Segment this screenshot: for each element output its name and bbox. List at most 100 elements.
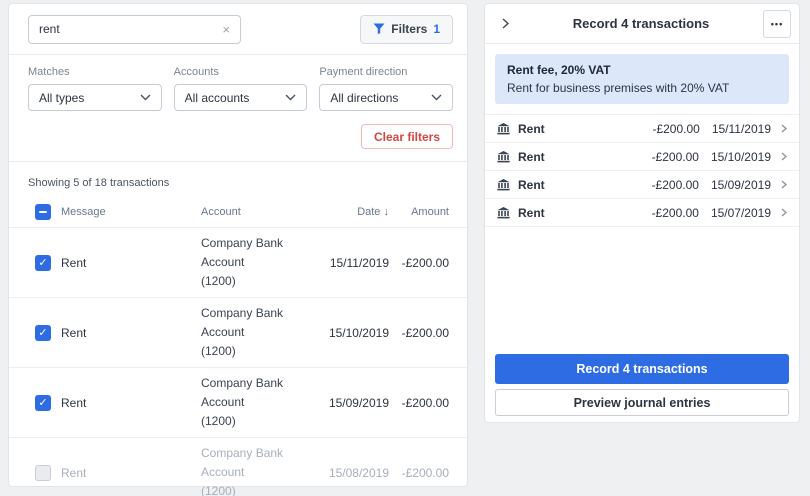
accounts-filter-label: Accounts — [173, 66, 219, 78]
payment-direction-filter-value: All directions — [330, 90, 399, 105]
record-panel-header: Record 4 transactions ••• — [485, 4, 799, 44]
payment-direction-filter-label: Payment direction — [319, 66, 408, 78]
table-header-row: Message Account Date ↓ Amount — [9, 197, 467, 227]
more-options-button[interactable]: ••• — [763, 9, 791, 38]
results-summary: Showing 5 of 18 transactions — [28, 177, 170, 189]
search-value: rent — [39, 22, 60, 36]
tx-message: Rent — [61, 465, 87, 480]
transactions-table-body: Rent Company Bank Account (1200) 15/11/2… — [9, 227, 467, 496]
tx-amount: -£200.00 — [401, 325, 449, 340]
ellipsis-icon: ••• — [770, 18, 784, 29]
clear-search-icon[interactable]: × — [222, 23, 230, 36]
selected-tx-amount: -£200.00 — [652, 121, 700, 136]
matches-filter-group: Matches All types — [28, 66, 162, 111]
selected-transaction-row[interactable]: Rent -£200.00 15/07/2019 — [485, 199, 799, 227]
table-row[interactable]: Rent Company Bank Account (1200) 15/11/2… — [9, 227, 467, 297]
selected-tx-label: Rent — [518, 121, 545, 136]
filters-button[interactable]: Filters 1 — [360, 14, 453, 44]
selected-tx-date: 15/09/2019 — [710, 177, 771, 192]
matches-filter-value: All types — [39, 90, 85, 105]
tx-account-line1: Company Bank Account — [201, 376, 284, 409]
chevron-right-icon — [781, 208, 787, 217]
payment-direction-filter-group: Payment direction All directions — [319, 66, 454, 111]
preview-journal-entries-button[interactable]: Preview journal entries — [495, 389, 789, 416]
tx-account-line1: Company Bank Account — [201, 446, 284, 479]
tx-date: 15/11/2019 — [329, 255, 389, 270]
selected-tx-amount: -£200.00 — [651, 205, 699, 220]
accounts-filter-group: Accounts All accounts — [173, 66, 308, 111]
chevron-right-icon — [781, 152, 787, 161]
tx-account-line2: (1200) — [201, 414, 236, 428]
selected-transaction-row[interactable]: Rent -£200.00 15/11/2019 — [485, 115, 799, 143]
search-toolbar: rent × Filters 1 — [9, 4, 467, 55]
tx-account: Company Bank Account (1200) — [201, 444, 307, 496]
column-header-account[interactable]: Account — [201, 206, 307, 218]
bank-icon — [497, 150, 510, 163]
selected-tx-amount: -£200.00 — [651, 177, 699, 192]
record-transactions-panel: Record 4 transactions ••• Rent fee, 20% … — [484, 3, 800, 423]
row-checkbox[interactable] — [35, 324, 51, 341]
tx-message: Rent — [61, 255, 87, 270]
chevron-down-icon — [140, 94, 151, 101]
transactions-table: Showing 5 of 18 transactions Message Acc… — [9, 162, 467, 496]
column-header-message[interactable]: Message — [61, 206, 201, 218]
payment-direction-filter-dropdown[interactable]: All directions — [319, 84, 454, 111]
chevron-right-icon — [781, 180, 787, 189]
selected-tx-label: Rent — [518, 205, 545, 220]
tx-amount: -£200.00 — [401, 465, 449, 480]
tx-message: Rent — [61, 325, 87, 340]
selected-tx-amount: -£200.00 — [651, 149, 699, 164]
filter-funnel-icon — [373, 23, 385, 35]
tx-account-line2: (1200) — [201, 344, 236, 358]
tx-account-line2: (1200) — [201, 484, 236, 496]
bank-icon — [497, 206, 510, 219]
tx-amount: -£200.00 — [401, 395, 449, 410]
tx-account-line1: Company Bank Account — [201, 306, 284, 339]
tx-date: 15/09/2019 — [328, 395, 389, 410]
selected-tx-date: 15/07/2019 — [710, 205, 771, 220]
tx-date: 15/10/2019 — [328, 325, 389, 340]
filters-count-badge: 1 — [433, 22, 440, 36]
clear-filters-button[interactable]: Clear filters — [360, 124, 453, 149]
tx-account-line2: (1200) — [201, 274, 236, 288]
row-checkbox[interactable] — [35, 394, 51, 411]
column-header-amount[interactable]: Amount — [389, 206, 449, 218]
record-panel-actions: Record 4 transactions Preview journal en… — [495, 354, 789, 416]
selected-tx-label: Rent — [518, 177, 545, 192]
chevron-right-icon — [781, 124, 787, 133]
bank-icon — [497, 122, 510, 135]
tx-message: Rent — [61, 395, 87, 410]
table-row[interactable]: Rent Company Bank Account (1200) 15/08/2… — [9, 437, 467, 496]
journal-entry-title: Rent fee, 20% VAT — [507, 63, 611, 77]
chevron-down-icon — [431, 94, 442, 101]
selected-transaction-row[interactable]: Rent -£200.00 15/09/2019 — [485, 171, 799, 199]
matches-filter-label: Matches — [28, 66, 70, 78]
table-row[interactable]: Rent Company Bank Account (1200) 15/09/2… — [9, 367, 467, 437]
select-all-checkbox[interactable] — [35, 204, 51, 220]
column-header-date[interactable]: Date ↓ — [307, 206, 389, 218]
accounts-filter-value: All accounts — [184, 90, 250, 105]
selected-transactions-list: Rent -£200.00 15/11/2019 Rent -£200.00 1… — [485, 114, 799, 227]
journal-entry-description: Rent for business premises with 20% VAT — [507, 81, 730, 95]
journal-entry-info-box: Rent fee, 20% VAT Rent for business prem… — [495, 54, 789, 104]
record-panel-title: Record 4 transactions — [572, 16, 710, 31]
collapse-panel-chevron-icon[interactable] — [491, 18, 519, 29]
table-row[interactable]: Rent Company Bank Account (1200) 15/10/2… — [9, 297, 467, 367]
row-checkbox[interactable] — [35, 254, 51, 271]
tx-account: Company Bank Account (1200) — [201, 374, 307, 431]
transactions-search-panel: rent × Filters 1 Matches All types Accou… — [8, 3, 468, 496]
tx-date: 15/08/2019 — [328, 465, 389, 480]
accounts-filter-dropdown[interactable]: All accounts — [173, 84, 308, 111]
selected-tx-date: 15/11/2019 — [711, 121, 771, 136]
tx-account: Company Bank Account (1200) — [201, 234, 307, 291]
bank-icon — [497, 178, 510, 191]
selected-tx-label: Rent — [518, 149, 545, 164]
record-transactions-button[interactable]: Record 4 transactions — [495, 354, 789, 384]
tx-amount: -£200.00 — [401, 255, 449, 270]
matches-filter-dropdown[interactable]: All types — [28, 84, 162, 111]
search-input[interactable]: rent × — [28, 14, 241, 44]
filters-section: Matches All types Accounts All accounts … — [9, 55, 467, 162]
row-checkbox[interactable] — [35, 464, 51, 481]
selected-tx-date: 15/10/2019 — [710, 149, 771, 164]
selected-transaction-row[interactable]: Rent -£200.00 15/10/2019 — [485, 143, 799, 171]
